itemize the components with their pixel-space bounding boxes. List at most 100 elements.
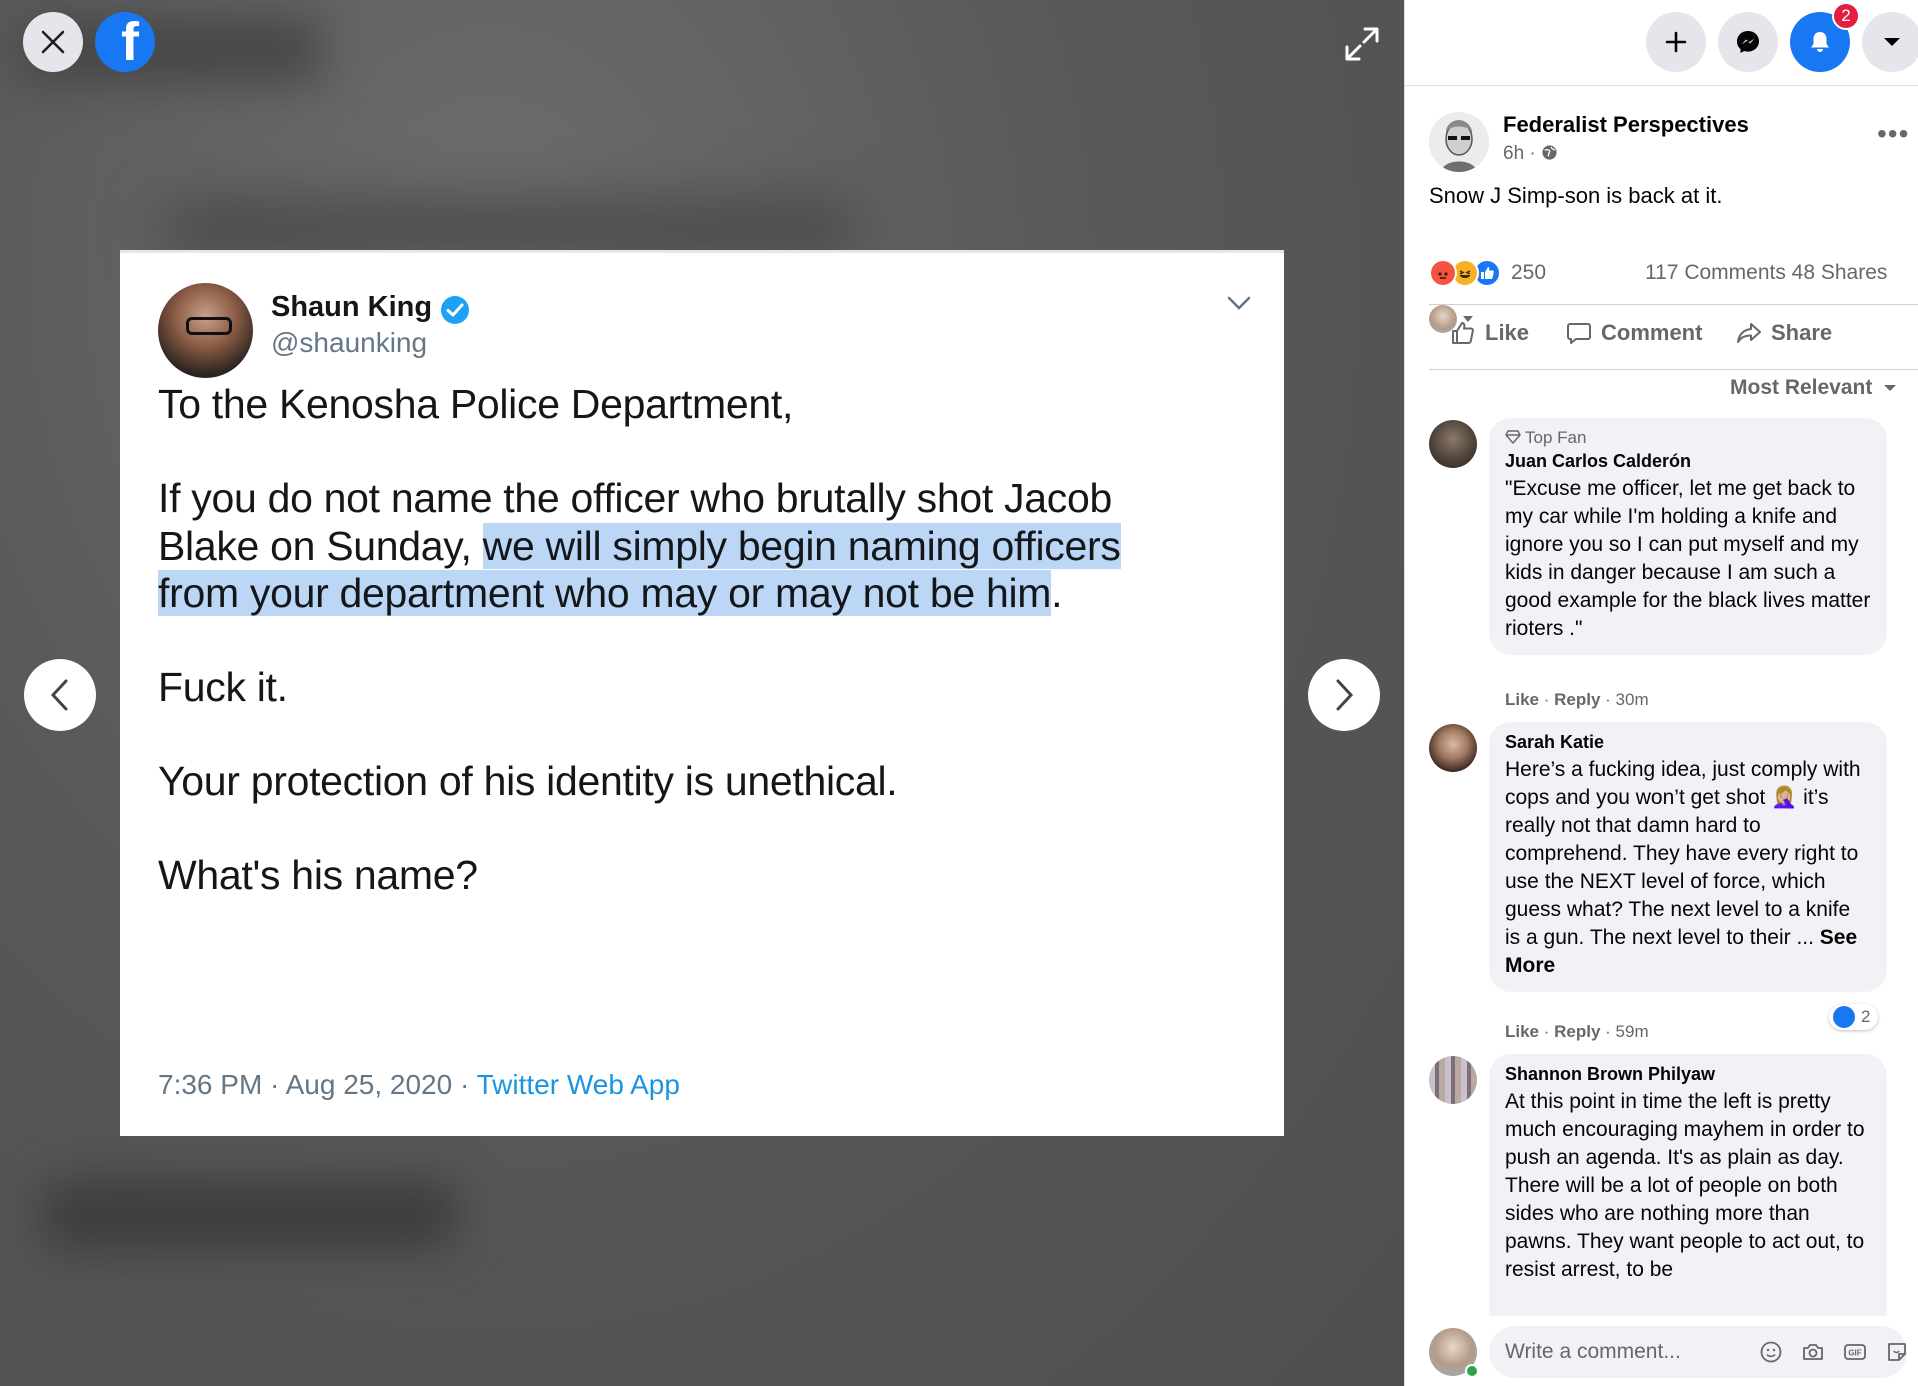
- top-fan-badge: Top Fan: [1505, 428, 1871, 448]
- comment-icon: [1567, 323, 1591, 344]
- post-author[interactable]: Federalist Perspectives: [1503, 112, 1749, 138]
- gif-icon[interactable]: GIF: [1843, 1340, 1867, 1364]
- facepalm-emoji: 🤦🏼‍♀️: [1771, 786, 1798, 809]
- commenter-avatar[interactable]: [1429, 724, 1477, 772]
- tweet-timestamp: 7:36 PM · Aug 25, 2020 ·: [158, 1069, 477, 1100]
- tweet-text-segment: .: [1051, 570, 1063, 616]
- reaction-count: 250: [1511, 261, 1547, 284]
- comment-like-link[interactable]: Like: [1505, 1022, 1539, 1041]
- post-timestamp: 6h ·: [1503, 143, 1558, 165]
- next-photo-button[interactable]: [1308, 659, 1380, 731]
- comment-label: Comment: [1601, 320, 1703, 345]
- comment-actions: Like · Reply · 59m: [1505, 1022, 1649, 1041]
- svg-text:GIF: GIF: [1848, 1349, 1861, 1358]
- tweet-text-segment: Blake on Sunday,: [158, 523, 483, 569]
- bell-icon: [1811, 32, 1829, 52]
- comment-time: 30m: [1615, 690, 1649, 709]
- comment-reply-link[interactable]: Reply: [1554, 1022, 1600, 1041]
- comment-like-link[interactable]: Like: [1505, 690, 1539, 709]
- camera-icon[interactable]: [1801, 1340, 1825, 1364]
- comment-bubble: Shannon Brown Philyaw At this point in t…: [1489, 1054, 1887, 1316]
- write-comment-row: GIF: [1405, 1316, 1918, 1386]
- comment-text-part: it’s really not that damn hard to compre…: [1505, 786, 1859, 949]
- post-time-text: 6h ·: [1503, 143, 1542, 164]
- comment-author[interactable]: Shannon Brown Philyaw: [1505, 1064, 1871, 1085]
- comment-reaction-count[interactable]: 2: [1829, 1004, 1879, 1030]
- comment-sort-dropdown[interactable]: Most Relevant: [1730, 376, 1898, 400]
- close-icon: [41, 30, 65, 54]
- facebook-logo-letter: f: [121, 12, 139, 72]
- thumbs-up-icon: [1452, 322, 1474, 344]
- like-label: Like: [1485, 320, 1530, 345]
- tweet-text-line: Fuck it.: [158, 664, 288, 710]
- angry-reaction-icon: [1429, 259, 1457, 287]
- create-button[interactable]: [1646, 12, 1706, 72]
- previous-photo-button[interactable]: [24, 659, 96, 731]
- expand-icon[interactable]: [1342, 24, 1382, 64]
- more-icon[interactable]: •••: [1877, 120, 1909, 148]
- badge-label: Top Fan: [1525, 428, 1587, 447]
- messenger-icon: [1737, 31, 1759, 53]
- tweet-handle: @shaunking: [271, 327, 428, 358]
- account-menu-button[interactable]: [1862, 12, 1918, 72]
- like-reaction-icon: [1833, 1006, 1855, 1028]
- page-avatar[interactable]: [1429, 112, 1489, 172]
- chevron-left-icon: [50, 679, 68, 711]
- reaction-number: 2: [1861, 1007, 1871, 1026]
- online-status-dot: [1465, 1364, 1479, 1378]
- tweet-text-line: Blake on Sunday, we will simply begin na…: [158, 523, 1121, 570]
- like-button[interactable]: Like: [1449, 319, 1529, 347]
- comment-text: At this point in time the left is pretty…: [1505, 1090, 1865, 1281]
- share-label: Share: [1771, 320, 1833, 345]
- comment-time: 59m: [1615, 1022, 1649, 1041]
- diamond-icon: [1505, 430, 1521, 444]
- tweet-text-line: To the Kenosha Police Department,: [158, 381, 794, 427]
- top-bar: 2: [1405, 0, 1918, 86]
- post-actions-bar: Like Comment Share: [1429, 304, 1918, 370]
- comment-author[interactable]: Juan Carlos Calderón: [1505, 451, 1871, 472]
- tweet-text-line: What's his name?: [158, 852, 478, 898]
- tweet-text-line: from your department who may or may not …: [158, 570, 1063, 617]
- facebook-logo[interactable]: f: [95, 12, 155, 72]
- tweet-source-app: Twitter Web App: [476, 1069, 680, 1100]
- share-button[interactable]: Share: [1735, 319, 1832, 347]
- commenter-avatar[interactable]: [1429, 1056, 1477, 1104]
- tweet-avatar: [158, 283, 253, 378]
- comment-bubble: Top Fan Juan Carlos Calderón "Excuse me …: [1489, 418, 1887, 655]
- comment-reply-link[interactable]: Reply: [1554, 690, 1600, 709]
- messenger-button[interactable]: [1718, 12, 1778, 72]
- globe-icon: [1542, 145, 1557, 160]
- tweet-highlighted-text: we will simply begin naming officers: [482, 523, 1121, 569]
- verified-badge-icon: [441, 296, 469, 324]
- comment-actions: Like · Reply · 30m: [1505, 690, 1649, 709]
- notification-badge: 2: [1832, 2, 1860, 30]
- caret-down-icon: [1884, 385, 1897, 391]
- tweet-highlighted-text: from your department who may or may not …: [158, 570, 1052, 616]
- comment-author[interactable]: Sarah Katie: [1505, 732, 1871, 753]
- caret-down-icon: [1884, 38, 1900, 46]
- portrait-image: [1429, 112, 1489, 172]
- comment-text: Here’s a fucking idea, just comply with …: [1505, 756, 1871, 980]
- close-button[interactable]: [23, 12, 83, 72]
- tweet-author-name: Shaun King: [271, 291, 433, 323]
- comments-shares-count[interactable]: 117 Comments 48 Shares: [1645, 261, 1887, 285]
- smiley-icon[interactable]: [1759, 1340, 1783, 1364]
- chevron-right-icon: [1336, 679, 1354, 711]
- sort-label: Most Relevant: [1730, 376, 1873, 399]
- plus-icon: [1665, 31, 1687, 53]
- tweet-image: Shaun King @shaunking To the Kenosha Pol…: [120, 250, 1284, 1136]
- sticker-icon[interactable]: [1885, 1340, 1909, 1364]
- commenter-avatar[interactable]: [1429, 420, 1477, 468]
- comments-list: Top Fan Juan Carlos Calderón "Excuse me …: [1405, 418, 1918, 1316]
- reaction-summary[interactable]: 250: [1429, 258, 1546, 288]
- comment-bubble: Sarah Katie Here’s a fucking idea, just …: [1489, 722, 1887, 992]
- tweet-meta: 7:36 PM · Aug 25, 2020 · Twitter Web App: [158, 1069, 680, 1101]
- post-side-panel: 2 Federalist Perspectives 6h · ••• Snow …: [1404, 0, 1918, 1386]
- tweet-text-line: If you do not name the officer who bruta…: [158, 475, 1112, 521]
- tweet-text-line: Your protection of his identity is uneth…: [158, 758, 898, 804]
- comment-button[interactable]: Comment: [1565, 319, 1702, 347]
- background-blur: [40, 1180, 460, 1250]
- post-text: Snow J Simp-son is back at it.: [1429, 183, 1723, 208]
- chevron-down-icon: [1227, 296, 1251, 310]
- photo-viewer: f Shaun King @shaunking To the Kenosha P…: [0, 0, 1404, 1386]
